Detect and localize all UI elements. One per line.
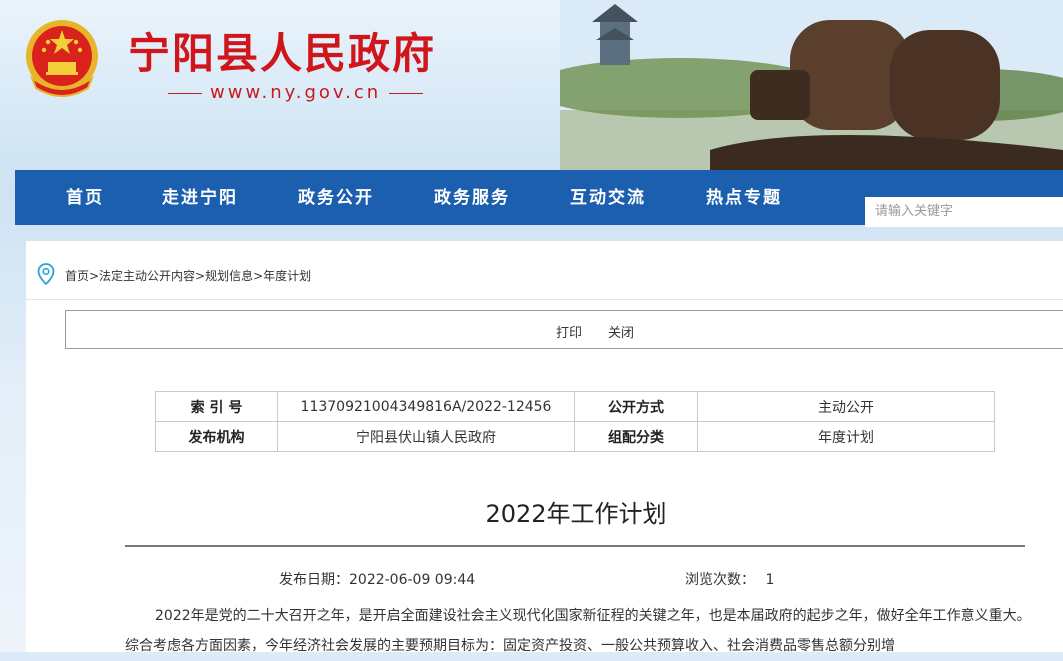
nav-item-about[interactable]: 走进宁阳 (162, 170, 238, 225)
publisher-value: 宁阳县伏山镇人民政府 (277, 421, 575, 452)
nav-item-gov-info[interactable]: 政务公开 (298, 170, 374, 225)
view-count-value: 1 (765, 572, 775, 588)
document-meta-table: 索 引 号 11370921004349816A/2022-12456 公开方式… (155, 391, 995, 452)
index-label: 索 引 号 (155, 391, 278, 422)
category-value: 年度计划 (697, 421, 995, 452)
site-url-text: www.ny.gov.cn (210, 82, 382, 103)
site-url: www.ny.gov.cn (160, 82, 431, 103)
publish-date-value: 2022-06-09 09:44 (349, 572, 476, 588)
site-title: 宁阳县人民政府 (128, 29, 437, 78)
nav-item-interaction[interactable]: 互动交流 (570, 170, 646, 225)
view-count: 浏览次数： 1 (685, 569, 774, 589)
publisher-label: 发布机构 (155, 421, 278, 452)
national-emblem-icon (26, 20, 98, 97)
view-count-label: 浏览次数： (685, 572, 755, 588)
breadcrumb-text[interactable]: 首页>法定主动公开内容>规划信息>年度计划 (65, 267, 311, 284)
document-paragraph: 2022年是党的二十大召开之年，是开启全面建设社会主义现代化国家新征程的关键之年… (125, 608, 1031, 654)
nav-item-gov-service[interactable]: 政务服务 (434, 170, 510, 225)
location-pin-icon (37, 263, 55, 285)
search-input[interactable]: 请输入关键字 (865, 197, 1063, 227)
open-mode-label: 公开方式 (574, 391, 698, 422)
publish-date-label: 发布日期： (279, 572, 349, 588)
toolbar: 打印 关闭 (65, 310, 1063, 349)
title-divider (125, 545, 1025, 547)
breadcrumb: 首页>法定主动公开内容>规划信息>年度计划 (26, 241, 1063, 300)
close-button[interactable]: 关闭 (608, 322, 634, 341)
open-mode-value: 主动公开 (697, 391, 995, 422)
header-scenery-image (560, 0, 1063, 170)
document-title: 2022年工作计划 (485, 500, 667, 528)
publish-date: 发布日期：2022-06-09 09:44 (279, 569, 475, 589)
content-panel: 首页>法定主动公开内容>规划信息>年度计划 打印 关闭 索 引 号 113709… (26, 241, 1063, 654)
site-header: 宁阳县人民政府 www.ny.gov.cn (0, 0, 1063, 170)
nav-item-home[interactable]: 首页 (66, 170, 104, 225)
category-label: 组配分类 (574, 421, 698, 452)
print-button[interactable]: 打印 (556, 322, 582, 341)
index-value: 11370921004349816A/2022-12456 (277, 391, 575, 422)
nav-item-topics[interactable]: 热点专题 (706, 170, 782, 225)
